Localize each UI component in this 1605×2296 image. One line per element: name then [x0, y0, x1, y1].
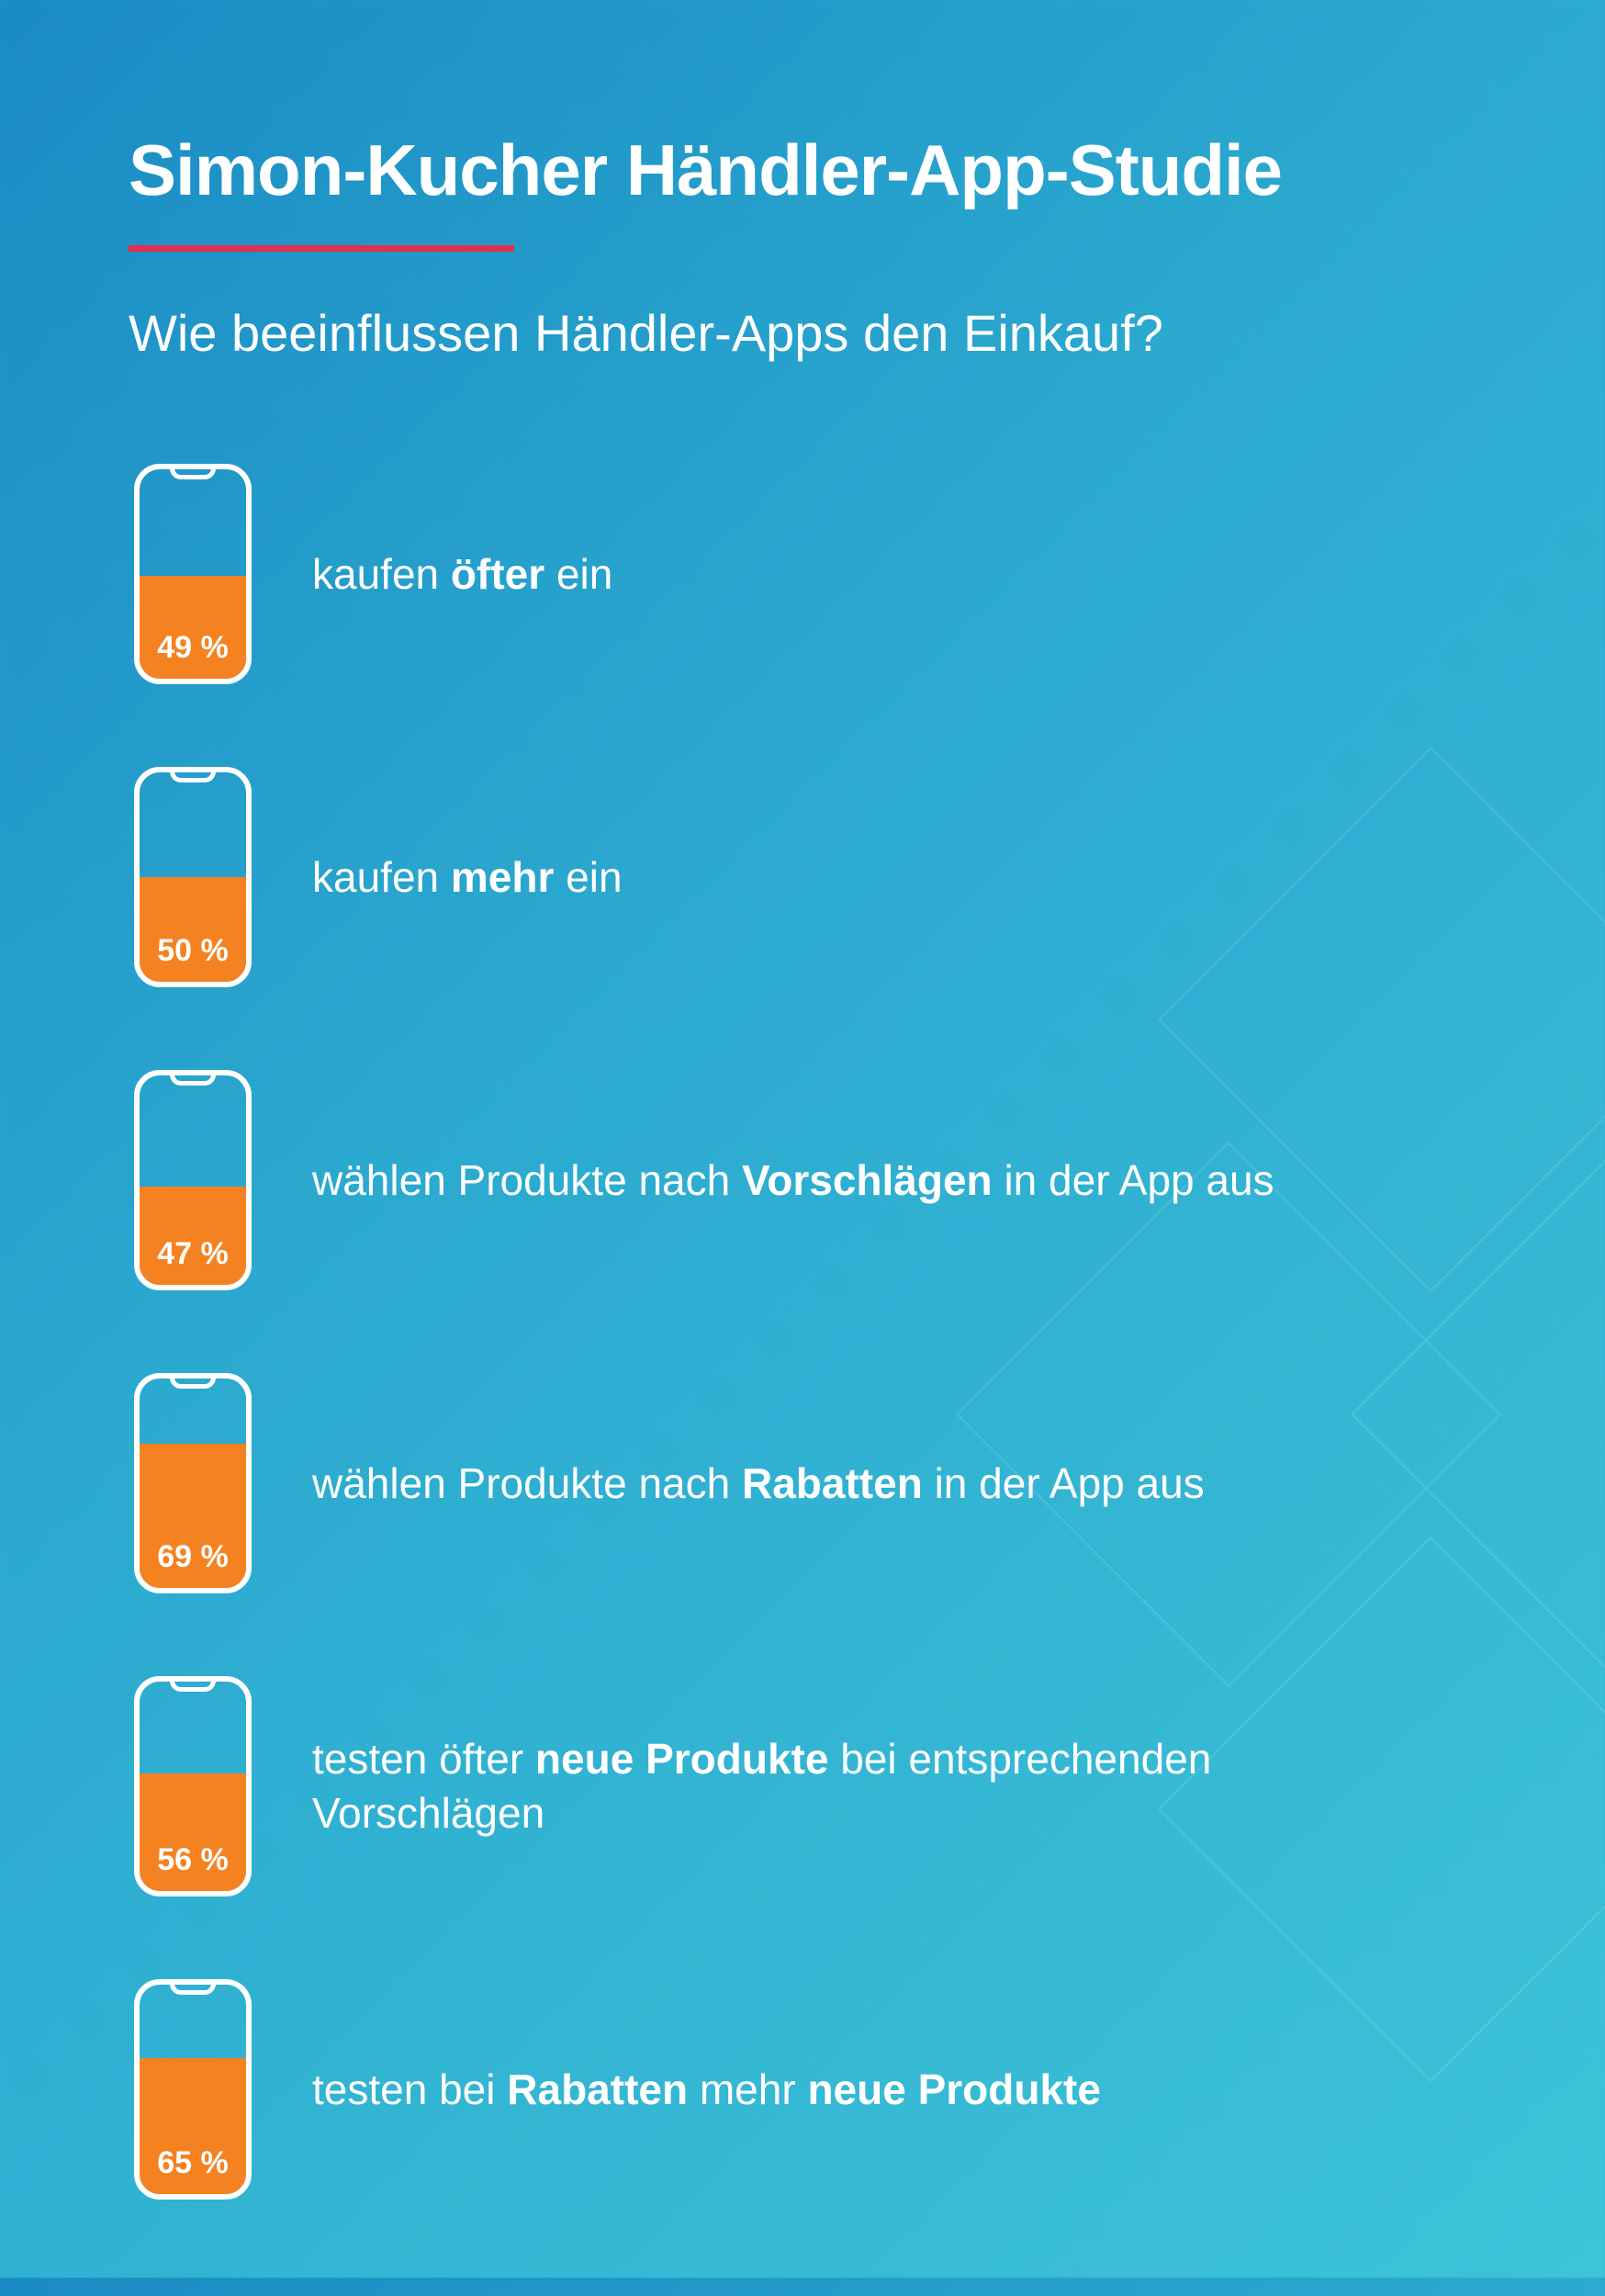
- stat-percentage: 69 %: [140, 1539, 246, 1575]
- phone-icon: 65 %: [134, 1979, 252, 2200]
- stat-row: 69 % wählen Produkte nach Rabatten in der…: [129, 1373, 1476, 1593]
- stat-row: 56 % testen öfter neue Produkte bei entsp…: [129, 1676, 1476, 1896]
- phone-icon: 69 %: [134, 1373, 252, 1593]
- stat-row: 49 % kaufen öfter ein: [129, 464, 1476, 684]
- stat-percentage: 56 %: [140, 1842, 246, 1878]
- stat-label: wählen Produkte nach Vorschlägen in der …: [312, 1154, 1274, 1208]
- phone-notch-icon: [170, 1679, 216, 1692]
- page-title: Simon-Kucher Händler-App-Studie: [129, 129, 1476, 212]
- phone-icon: 47 %: [134, 1070, 252, 1290]
- stat-row: 50 % kaufen mehr ein: [129, 767, 1476, 987]
- stat-rows: 49 % kaufen öfter ein 50 % kaufen mehr ein 4…: [129, 464, 1476, 2200]
- phone-icon: 56 %: [134, 1676, 252, 1896]
- stat-row: 47 % wählen Produkte nach Vorschlägen in …: [129, 1070, 1476, 1290]
- stat-percentage: 65 %: [140, 2145, 246, 2181]
- phone-notch-icon: [170, 770, 216, 782]
- stat-row: 65 % testen bei Rabatten mehr neue Produk…: [129, 1979, 1476, 2200]
- page-subtitle: Wie beeinflussen Händler-Apps den Einkau…: [129, 303, 1476, 363]
- phone-notch-icon: [170, 1376, 216, 1389]
- phone-notch-icon: [170, 1073, 216, 1086]
- phone-notch-icon: [170, 1982, 216, 1995]
- phone-icon: 49 %: [134, 464, 252, 684]
- stat-label: testen öfter neue Produkte bei entsprech…: [312, 1732, 1414, 1840]
- stat-percentage: 47 %: [140, 1236, 246, 1272]
- stat-label: wählen Produkte nach Rabatten in der App…: [312, 1457, 1205, 1511]
- phone-icon: 50 %: [134, 767, 252, 987]
- stat-percentage: 49 %: [140, 630, 246, 666]
- stat-label: testen bei Rabatten mehr neue Produkte: [312, 2063, 1101, 2117]
- title-underline: [129, 245, 514, 252]
- stat-label: kaufen öfter ein: [312, 547, 612, 602]
- stat-label: kaufen mehr ein: [312, 850, 623, 905]
- phone-notch-icon: [170, 467, 216, 479]
- stat-percentage: 50 %: [140, 933, 246, 969]
